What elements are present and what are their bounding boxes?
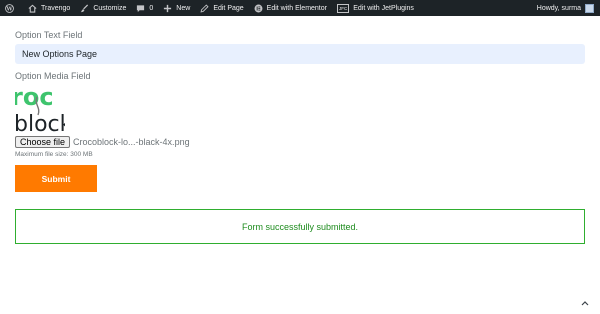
svg-text:W: W (5, 6, 13, 12)
edit-jetplugins-link[interactable]: JFC Edit with JetPlugins (332, 0, 419, 16)
wordpress-menu[interactable]: W (0, 0, 23, 16)
edit-page-label: Edit Page (213, 4, 244, 12)
file-upload-row: Choose file Crocoblock-lo...-black-4x.pn… (15, 136, 585, 148)
file-name: Crocoblock-lo...-black-4x.png (73, 137, 190, 147)
media-field-label: Option Media Field (15, 71, 91, 81)
text-field-label: Option Text Field (15, 30, 83, 40)
comment-icon (136, 4, 145, 13)
option-text-input[interactable]: New Options Page (15, 44, 585, 64)
new-content-link[interactable]: New (158, 0, 195, 16)
comments-count: 0 (149, 4, 154, 12)
max-file-size-hint: Maximum file size: 300 MB (15, 151, 93, 158)
choose-file-button[interactable]: Choose file (15, 136, 71, 148)
wordpress-logo-icon: W (5, 3, 14, 13)
edit-elementor-label: Edit with Elementor (266, 4, 327, 12)
avatar (585, 3, 594, 13)
admin-bar: W Travengo Customize 0 New Edit Page Edi… (0, 0, 600, 16)
options-form: Option Text Field New Options Page Optio… (15, 30, 585, 192)
new-label: New (176, 4, 191, 12)
site-name-link[interactable]: Travengo (23, 0, 75, 16)
scroll-to-top-button[interactable] (580, 294, 590, 306)
greeting-label: Howdy, surma (536, 4, 581, 12)
edit-elementor-link[interactable]: Edit with Elementor (249, 0, 332, 16)
success-notice: Form successfully submitted. (15, 209, 585, 244)
logo-line-2: block (15, 112, 65, 133)
plus-icon (163, 4, 172, 13)
elementor-icon (254, 4, 263, 13)
chevron-up-icon (580, 294, 590, 311)
home-icon (28, 4, 37, 13)
edit-page-link[interactable]: Edit Page (195, 0, 248, 16)
pencil-icon (200, 3, 209, 13)
submit-button[interactable]: Submit (15, 165, 97, 192)
jetplugins-icon: JFC (336, 3, 350, 13)
media-preview-image: roc block (15, 83, 65, 133)
jetplugins-badge: JFC (336, 3, 350, 13)
brush-icon (80, 3, 89, 13)
edit-jetplugins-label: Edit with JetPlugins (353, 4, 414, 12)
logo-line-1: roc (15, 83, 54, 111)
my-account-menu[interactable]: Howdy, surma (536, 3, 600, 13)
option-text-value: New Options Page (22, 49, 98, 59)
customize-link[interactable]: Customize (75, 0, 131, 16)
comments-link[interactable]: 0 (131, 0, 158, 16)
customize-label: Customize (93, 4, 127, 12)
success-message: Form successfully submitted. (241, 221, 359, 232)
site-name-label: Travengo (41, 4, 71, 12)
